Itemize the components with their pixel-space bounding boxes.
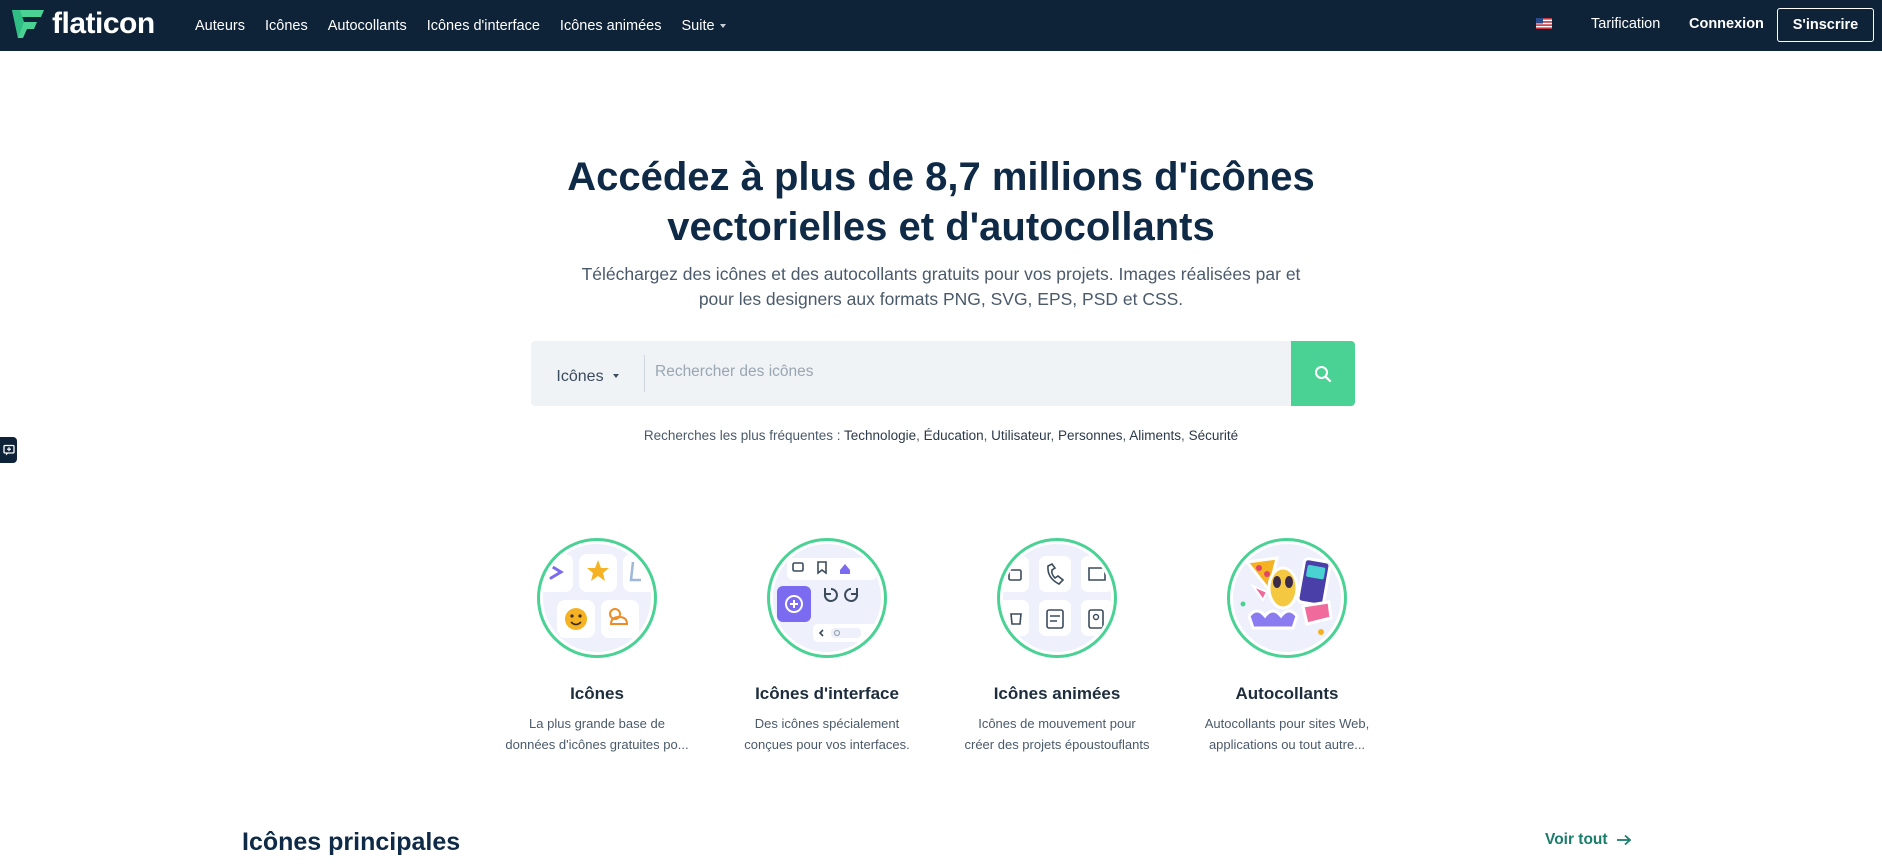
frequent-term-security[interactable]: Sécurité xyxy=(1189,428,1239,443)
frequent-term-technology[interactable]: Technologie xyxy=(844,428,916,443)
category-image-interface-icons xyxy=(767,538,887,658)
search-icon xyxy=(1315,365,1332,382)
pricing-link[interactable]: Tarification xyxy=(1591,16,1660,32)
frequent-term-education[interactable]: Éducation xyxy=(924,428,984,443)
category-description: Icônes de mouvement pour créer des proje… xyxy=(947,713,1167,755)
interface-collage-icon xyxy=(777,558,877,642)
category-description-line2: créer des projets époustouflants xyxy=(964,737,1150,752)
login-link[interactable]: Connexion xyxy=(1689,16,1764,32)
nav-link-icons[interactable]: Icônes xyxy=(265,18,308,34)
hero-subtitle: Téléchargez des icônes et des autocollan… xyxy=(541,262,1341,312)
category-description-line2: données d'icônes gratuites po... xyxy=(505,737,689,752)
hero-title: Accédez à plus de 8,7 millions d'icônes … xyxy=(441,152,1441,252)
signup-button[interactable]: S'inscrire xyxy=(1777,8,1874,42)
main-nav: Auteurs Icônes Autocollants Icônes d'int… xyxy=(195,0,746,51)
nav-link-animated-icons[interactable]: Icônes animées xyxy=(560,18,662,34)
category-card-animated-icons[interactable]: Icônes animées Icônes de mouvement pour … xyxy=(947,538,1167,755)
see-all-label: Voir tout xyxy=(1545,831,1608,848)
category-card-interface-icons[interactable]: Icônes d'interface Des icônes spécialeme… xyxy=(717,538,937,755)
search-input[interactable] xyxy=(645,341,1291,406)
category-title: Icônes xyxy=(570,684,624,703)
animated-collage-icon xyxy=(1003,556,1111,636)
frequent-term-people[interactable]: Personnes xyxy=(1058,428,1123,443)
hero-subtitle-line1: Téléchargez des icônes et des autocollan… xyxy=(581,264,1301,284)
category-description: Des icônes spécialement conçues pour vos… xyxy=(717,713,937,755)
flaticon-logo[interactable]: flaticon xyxy=(10,6,155,42)
category-title: Icônes d'interface xyxy=(755,684,899,703)
category-title: Autocollants xyxy=(1235,684,1339,703)
frequent-searches: Recherches les plus fréquentes : Technol… xyxy=(643,428,1239,443)
search-type-dropdown[interactable]: Icônes xyxy=(531,341,644,406)
top-navbar: flaticon Auteurs Icônes Autocollants Icô… xyxy=(0,0,1882,51)
category-image-stickers xyxy=(1227,538,1347,658)
frequent-term-food[interactable]: Aliments xyxy=(1129,428,1181,443)
category-image-animated-icons xyxy=(997,538,1117,658)
category-image-icons xyxy=(537,538,657,658)
chevron-down-icon xyxy=(719,24,726,28)
hero-subtitle-line2: pour les designers aux formats PNG, SVG,… xyxy=(698,289,1184,309)
category-description-line2: applications ou tout autre... xyxy=(1208,737,1366,752)
chevron-down-icon xyxy=(612,374,619,378)
icon-collage-icon xyxy=(543,554,651,638)
nav-link-stickers[interactable]: Autocollants xyxy=(328,18,407,34)
category-card-stickers[interactable]: Autocollants Autocollants pour sites Web… xyxy=(1177,538,1397,755)
section-title-top-icons: Icônes principales xyxy=(242,828,461,856)
category-description-line1: La plus grande base de xyxy=(529,716,665,731)
category-title: Icônes animées xyxy=(993,684,1121,703)
us-flag-icon[interactable] xyxy=(1536,18,1552,29)
feedback-icon xyxy=(2,444,15,456)
hero-title-line1: Accédez à plus de 8,7 millions d'icônes xyxy=(567,155,1315,199)
feedback-tab[interactable] xyxy=(0,437,17,463)
category-description: Autocollants pour sites Web, application… xyxy=(1177,713,1397,755)
category-description: La plus grande base de données d'icônes … xyxy=(487,713,707,755)
brand-name: flaticon xyxy=(52,7,155,40)
sticker-collage-icon xyxy=(1240,556,1333,635)
arrow-right-icon xyxy=(1616,834,1631,846)
search-button[interactable] xyxy=(1291,341,1355,406)
nav-link-interface-icons[interactable]: Icônes d'interface xyxy=(427,18,540,34)
category-description-line1: Icônes de mouvement pour xyxy=(978,716,1136,731)
category-card-icons[interactable]: Icônes La plus grande base de données d'… xyxy=(487,538,707,755)
see-all-link[interactable]: Voir tout xyxy=(1545,831,1632,849)
nav-link-authors[interactable]: Auteurs xyxy=(195,18,245,34)
category-description-line1: Des icônes spécialement xyxy=(754,716,900,731)
nav-more-dropdown[interactable]: Suite xyxy=(681,17,726,34)
search-bar: Icônes xyxy=(531,341,1355,406)
category-description-line1: Autocollants pour sites Web, xyxy=(1204,716,1370,731)
search-type-label: Icônes xyxy=(556,367,604,385)
category-description-line2: conçues pour vos interfaces. xyxy=(744,737,910,752)
flaticon-logo-icon xyxy=(12,10,44,38)
nav-more-label: Suite xyxy=(681,17,715,34)
frequent-term-user[interactable]: Utilisateur xyxy=(991,428,1050,443)
hero-title-line2: vectorielles et d'autocollants xyxy=(667,205,1215,249)
frequent-searches-label: Recherches les plus fréquentes : xyxy=(643,428,841,443)
